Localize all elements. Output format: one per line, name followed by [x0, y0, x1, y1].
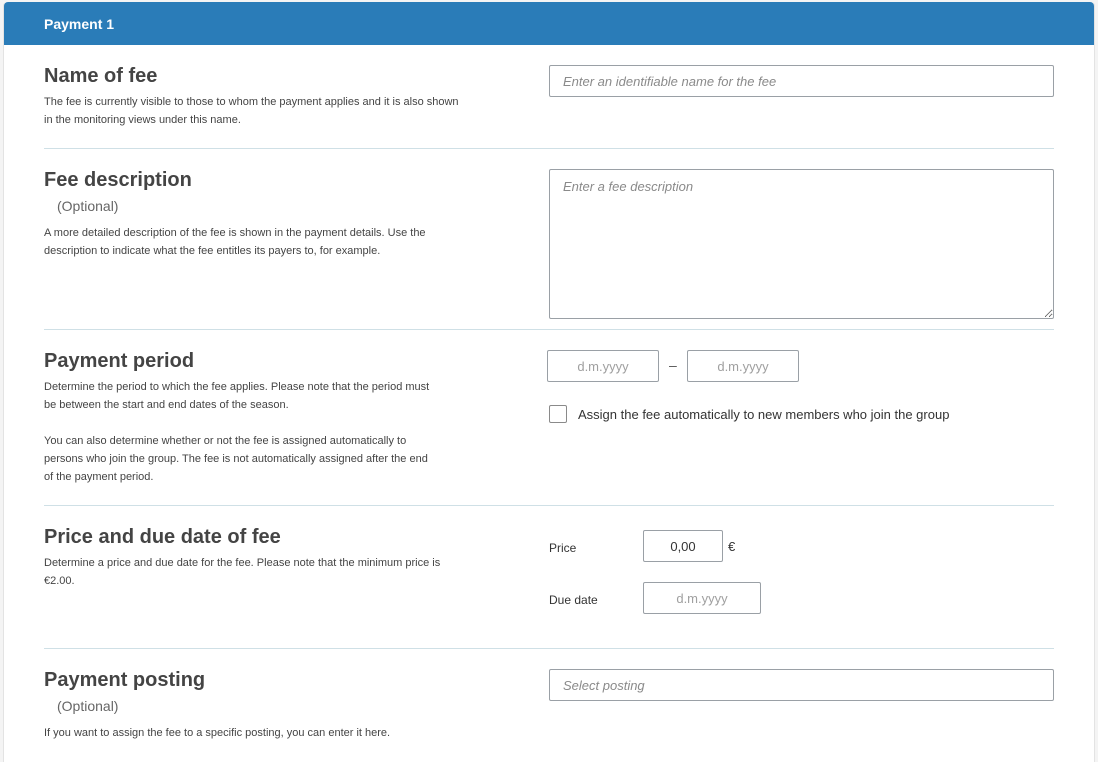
- fee-description-help: A more detailed description of the fee i…: [44, 227, 426, 257]
- price-input[interactable]: [643, 530, 723, 562]
- due-date-label: Due date: [549, 593, 598, 607]
- payment-posting-section: Payment posting (Optional) If you want t…: [44, 649, 1054, 759]
- name-of-fee-title: Name of fee: [44, 65, 158, 87]
- price-description: Determine a price and due date for the f…: [44, 557, 441, 587]
- posting-select[interactable]: [549, 669, 1054, 701]
- name-of-fee-description: The fee is currently visible to those to…: [44, 96, 459, 126]
- date-range-separator: –: [669, 357, 677, 373]
- auto-assign-checkbox[interactable]: [549, 405, 567, 423]
- fee-description-section: Fee description (Optional) A more detail…: [44, 149, 1054, 329]
- fee-description-optional: (Optional): [57, 198, 119, 214]
- auto-assign-label[interactable]: Assign the fee automatically to new memb…: [578, 407, 949, 422]
- fee-name-input[interactable]: [549, 65, 1054, 97]
- name-of-fee-section: Name of fee The fee is currently visible…: [44, 45, 1054, 150]
- payment-posting-title: Payment posting: [44, 669, 206, 691]
- payment-posting-optional: (Optional): [57, 698, 119, 714]
- price-title: Price and due date of fee: [44, 526, 281, 548]
- payment-card: Payment 1 Name of fee The fee is current…: [3, 2, 1095, 762]
- payment-period-description: Determine the period to which the fee ap…: [44, 381, 430, 411]
- period-end-date-input[interactable]: [687, 350, 799, 382]
- currency-symbol: €: [728, 539, 736, 554]
- payment-period-section: Payment period Determine the period to w…: [44, 330, 1054, 506]
- payment-card-header: Payment 1: [4, 2, 1094, 45]
- price-label: Price: [549, 541, 577, 555]
- payment-posting-description: If you want to assign the fee to a speci…: [44, 727, 391, 739]
- due-date-input[interactable]: [643, 582, 761, 614]
- fee-description-textarea[interactable]: [549, 169, 1054, 319]
- payment-title: Payment 1: [44, 15, 115, 32]
- fee-description-title: Fee description: [44, 169, 192, 191]
- payment-period-title: Payment period: [44, 350, 195, 372]
- price-section: Price and due date of fee Determine a pr…: [44, 506, 1054, 648]
- period-start-date-input[interactable]: [547, 350, 659, 382]
- payment-period-auto-description: You can also determine whether or not th…: [44, 435, 428, 483]
